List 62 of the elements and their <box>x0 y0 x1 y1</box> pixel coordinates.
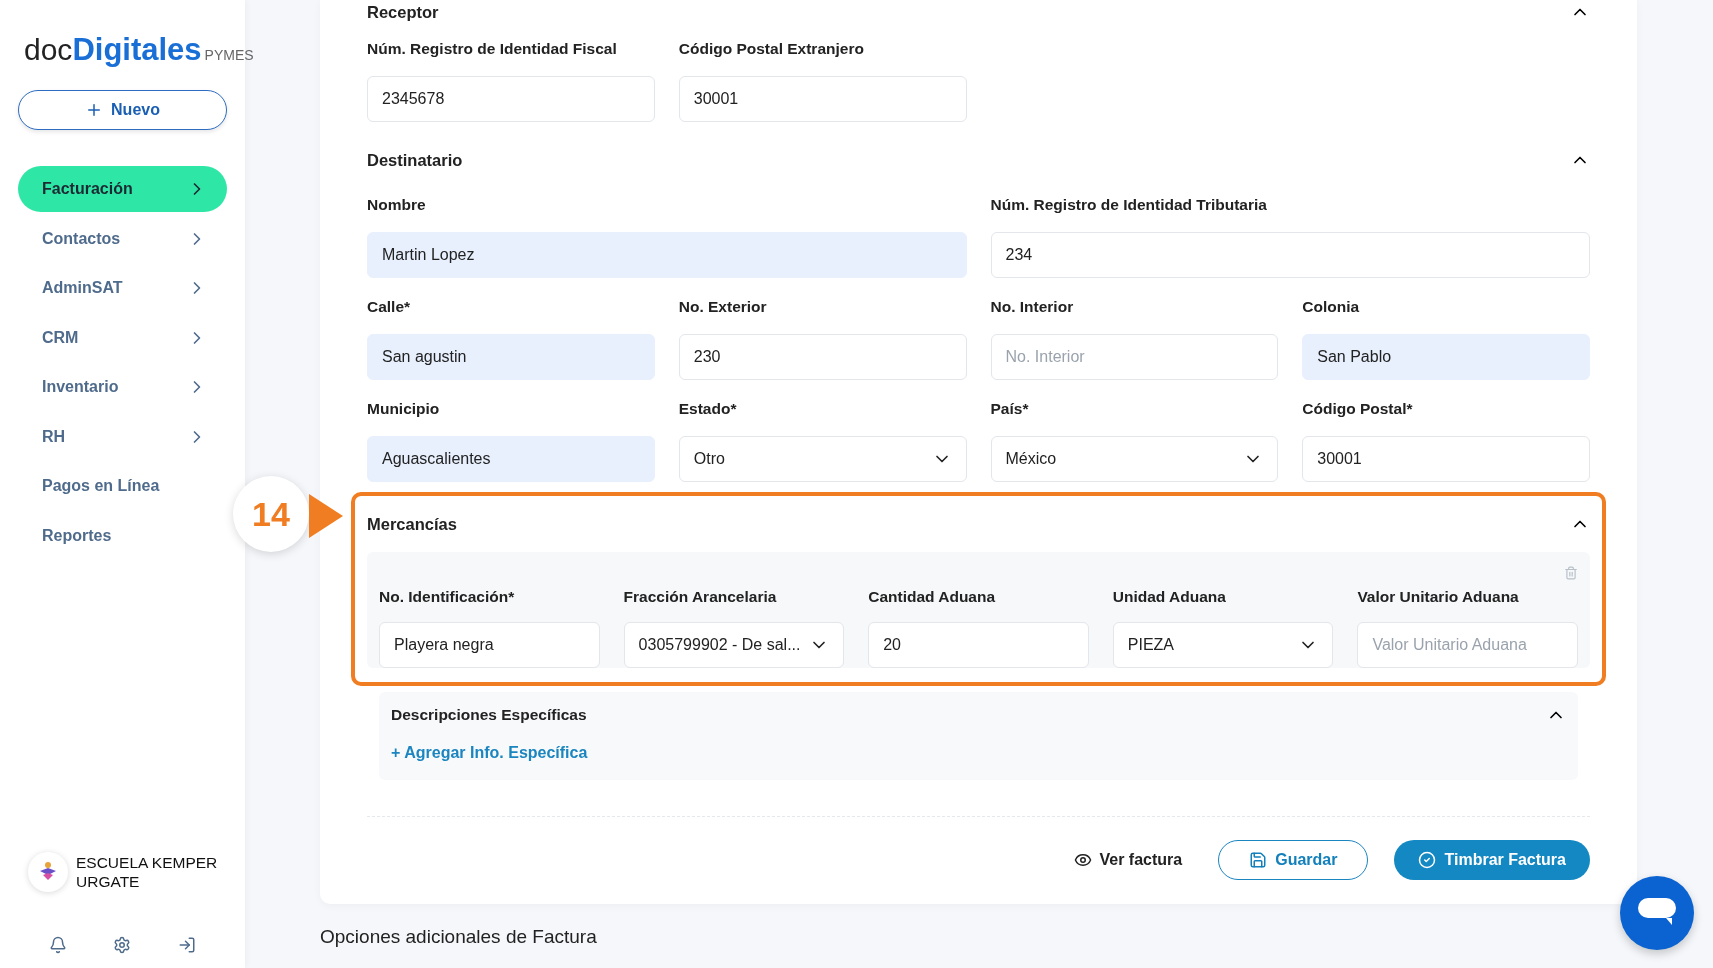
input-field[interactable]: 230 <box>678 334 967 380</box>
logout-icon[interactable] <box>177 936 196 954</box>
field-label: Municipio <box>367 400 441 419</box>
bell-icon[interactable] <box>49 936 68 954</box>
nav-item[interactable]: Reportes <box>18 512 227 559</box>
field-label: Nombre <box>367 196 427 215</box>
nav-item[interactable]: Contactos <box>18 215 227 262</box>
input-field[interactable]: 234 <box>990 232 1590 278</box>
section-title: Opciones adicionales de Factura <box>320 926 598 948</box>
input-field[interactable]: 30001 <box>1302 436 1590 482</box>
input-field[interactable]: 30001 <box>678 76 967 122</box>
nav-item[interactable]: AdminSAT <box>18 265 227 312</box>
select-field[interactable]: PIEZA <box>1112 622 1334 668</box>
select-field[interactable]: 0305799902 - De sal... <box>623 622 845 668</box>
section-title: Receptor <box>367 2 439 22</box>
field-label: Estado* <box>678 400 738 419</box>
settings-icon[interactable] <box>113 936 132 954</box>
input-field[interactable]: San Pablo <box>1302 334 1590 380</box>
input-field[interactable]: San agustin <box>367 334 655 380</box>
nav-item[interactable]: Facturación <box>18 166 227 213</box>
step-badge: 14 <box>233 476 309 552</box>
field-label: Calle* <box>367 298 412 317</box>
logo: docDigitales PYMES <box>23 31 255 69</box>
field-label: Núm. Registro de Identidad Fiscal <box>367 40 618 59</box>
check-circle-icon <box>1418 851 1437 869</box>
save-icon <box>1249 851 1268 869</box>
input-field[interactable]: Martin Lopez <box>367 232 967 278</box>
nav-item[interactable]: CRM <box>18 314 227 361</box>
section-title: Destinatario <box>367 150 463 170</box>
input-field[interactable]: Aguascalientes <box>367 436 655 482</box>
field-label: Cantidad Aduana <box>868 588 997 607</box>
field-label: Código Postal* <box>1302 400 1414 419</box>
select-field[interactable]: Otro <box>678 436 967 482</box>
field-label: Unidad Aduana <box>1112 588 1227 607</box>
input-field[interactable]: Playera negra <box>379 622 600 668</box>
new-button[interactable]: Nuevo <box>18 90 227 131</box>
chat-button[interactable] <box>1620 876 1694 950</box>
add-info-link[interactable]: + Agregar Info. Específica <box>391 738 588 774</box>
nav-item[interactable]: RH <box>18 413 227 460</box>
input-field[interactable]: 20 <box>868 622 1089 668</box>
field-label: País* <box>990 400 1030 419</box>
user-name: ESCUELA KEMPER URGATE <box>76 853 219 891</box>
field-label: Núm. Registro de Identidad Tributaria <box>990 196 1268 215</box>
eye-icon <box>1073 851 1092 869</box>
view-invoice-button[interactable]: Ver factura <box>1063 840 1193 880</box>
input-field[interactable]: 2345678 <box>367 76 655 122</box>
save-button[interactable]: Guardar <box>1218 840 1369 880</box>
pointer-arrow-icon <box>309 494 343 538</box>
nav-item[interactable]: Inventario <box>18 364 227 411</box>
field-label: Valor Unitario Aduana <box>1357 588 1520 607</box>
select-field[interactable]: México <box>990 436 1279 482</box>
section-title: Descripciones Específicas <box>391 706 587 724</box>
section-title: Mercancías <box>367 514 457 534</box>
field-label: No. Exterior <box>678 298 768 317</box>
nav-item[interactable]: Pagos en Línea <box>18 463 227 510</box>
field-label: Colonia <box>1302 298 1361 317</box>
field-label: Fracción Arancelaria <box>623 588 778 607</box>
avatar <box>28 852 68 892</box>
stamp-invoice-button[interactable]: Timbrar Factura <box>1394 840 1590 880</box>
field-label: No. Identificación* <box>379 588 516 607</box>
field-label: No. Interior <box>990 298 1075 317</box>
field-label: Código Postal Extranjero <box>678 40 865 59</box>
